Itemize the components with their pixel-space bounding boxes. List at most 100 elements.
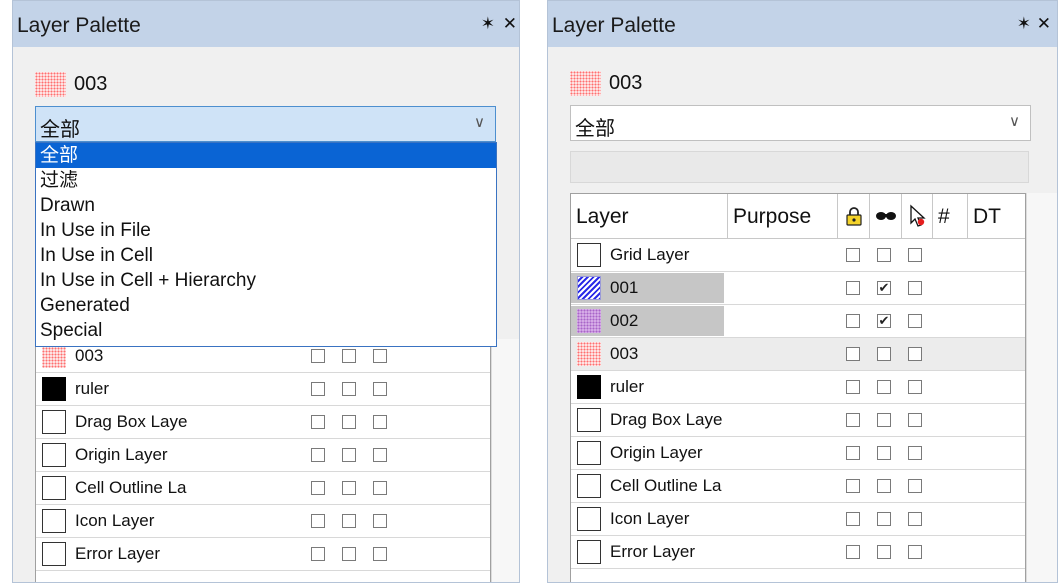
pin-icon[interactable]: ✶	[1017, 14, 1031, 34]
layer-row[interactable]: Cell Outline La	[571, 470, 1025, 503]
visible-checkbox[interactable]	[342, 514, 356, 528]
visible-checkbox[interactable]	[877, 545, 891, 559]
visible-checkbox[interactable]	[342, 481, 356, 495]
close-icon[interactable]: ✕	[503, 14, 517, 34]
visible-checkbox[interactable]	[877, 347, 891, 361]
lock-icon	[846, 207, 862, 226]
lock-checkbox[interactable]	[311, 448, 325, 462]
dropdown-option[interactable]: In Use in File	[36, 218, 496, 243]
close-icon[interactable]: ✕	[1037, 14, 1051, 34]
layer-row[interactable]: ruler	[571, 371, 1025, 404]
filter-combo[interactable]: 全部 ∨	[570, 105, 1031, 141]
pin-icon[interactable]: ✶	[481, 14, 495, 34]
lock-checkbox[interactable]	[311, 547, 325, 561]
lock-checkbox[interactable]	[846, 512, 860, 526]
layer-row[interactable]: Origin Layer	[571, 437, 1025, 470]
scrollbar[interactable]	[1026, 193, 1057, 582]
selectable-checkbox[interactable]	[908, 380, 922, 394]
visible-checkbox[interactable]	[342, 415, 356, 429]
lock-checkbox[interactable]	[846, 380, 860, 394]
dropdown-option[interactable]: Generated	[36, 293, 496, 318]
lock-checkbox[interactable]	[846, 281, 860, 295]
layer-row[interactable]: Cell Outline La	[36, 472, 490, 505]
filter-text-bar[interactable]	[570, 151, 1029, 183]
dropdown-option[interactable]: In Use in Cell + Hierarchy	[36, 268, 496, 293]
selectable-checkbox[interactable]	[373, 349, 387, 363]
layer-row[interactable]: Drag Box Laye	[571, 404, 1025, 437]
lock-checkbox[interactable]	[846, 248, 860, 262]
lock-checkbox[interactable]	[846, 347, 860, 361]
lock-checkbox[interactable]	[311, 349, 325, 363]
visible-checkbox[interactable]	[342, 382, 356, 396]
visible-checkbox[interactable]	[877, 446, 891, 460]
layer-swatch	[42, 410, 66, 434]
layer-row[interactable]: Error Layer	[36, 538, 490, 571]
layer-row[interactable]: Icon Layer	[36, 505, 490, 538]
layer-row[interactable]: 003	[571, 338, 1025, 371]
chevron-down-icon[interactable]: ∨	[474, 113, 485, 131]
layer-row[interactable]: Grid Layer	[571, 239, 1025, 272]
lock-checkbox[interactable]	[846, 545, 860, 559]
layer-row[interactable]: Drag Box Laye	[36, 406, 490, 439]
column-header-visible[interactable]	[870, 194, 902, 239]
visible-checkbox[interactable]	[877, 248, 891, 262]
layer-name: Error Layer	[75, 544, 161, 563]
selectable-checkbox[interactable]	[373, 382, 387, 396]
lock-checkbox[interactable]	[311, 415, 325, 429]
layer-row[interactable]: Origin Layer	[36, 439, 490, 472]
layer-name: 003	[75, 346, 104, 365]
column-header-selectable[interactable]	[902, 194, 933, 239]
layer-row[interactable]: 001 ✔	[571, 272, 1025, 305]
column-header-dt[interactable]: DT	[968, 194, 1027, 239]
scrollbar[interactable]	[491, 339, 519, 582]
layer-row[interactable]: 002 ✔	[571, 305, 1025, 338]
current-layer-swatch	[570, 71, 601, 96]
visible-checkbox[interactable]: ✔	[877, 314, 891, 328]
lock-checkbox[interactable]	[846, 479, 860, 493]
selectable-checkbox[interactable]	[908, 347, 922, 361]
selectable-checkbox[interactable]	[908, 446, 922, 460]
visible-checkbox[interactable]	[877, 413, 891, 427]
visible-checkbox[interactable]	[877, 380, 891, 394]
selectable-checkbox[interactable]	[908, 248, 922, 262]
selectable-checkbox[interactable]	[373, 481, 387, 495]
visible-checkbox[interactable]	[342, 547, 356, 561]
column-header-purpose[interactable]: Purpose	[728, 194, 838, 239]
dropdown-option[interactable]: 全部	[36, 143, 496, 168]
dropdown-option[interactable]: Drawn	[36, 193, 496, 218]
filter-combo[interactable]: 全部 ∨	[35, 106, 496, 142]
dropdown-option[interactable]: Special	[36, 318, 496, 343]
lock-checkbox[interactable]	[846, 446, 860, 460]
lock-checkbox[interactable]	[311, 481, 325, 495]
dropdown-option[interactable]: 过滤	[36, 168, 496, 193]
selectable-checkbox[interactable]	[373, 448, 387, 462]
visible-checkbox[interactable]: ✔	[877, 281, 891, 295]
layer-row[interactable]: ruler	[36, 373, 490, 406]
lock-checkbox[interactable]	[846, 413, 860, 427]
lock-checkbox[interactable]	[311, 382, 325, 396]
chevron-down-icon[interactable]: ∨	[1009, 112, 1020, 130]
selectable-checkbox[interactable]	[908, 314, 922, 328]
selectable-checkbox[interactable]	[908, 479, 922, 493]
visible-checkbox[interactable]	[877, 512, 891, 526]
panel-title: Layer Palette	[17, 14, 141, 37]
column-header-lock[interactable]	[838, 194, 870, 239]
lock-checkbox[interactable]	[311, 514, 325, 528]
visible-checkbox[interactable]	[342, 349, 356, 363]
layer-swatch	[577, 375, 601, 399]
selectable-checkbox[interactable]	[373, 547, 387, 561]
visible-checkbox[interactable]	[342, 448, 356, 462]
selectable-checkbox[interactable]	[908, 281, 922, 295]
selectable-checkbox[interactable]	[908, 545, 922, 559]
dropdown-option[interactable]: In Use in Cell	[36, 243, 496, 268]
selectable-checkbox[interactable]	[373, 514, 387, 528]
column-header-layer[interactable]: Layer	[571, 194, 728, 239]
layer-row[interactable]: Icon Layer	[571, 503, 1025, 536]
layer-row[interactable]: Error Layer	[571, 536, 1025, 569]
column-header-number[interactable]: #	[933, 194, 968, 239]
selectable-checkbox[interactable]	[908, 413, 922, 427]
visible-checkbox[interactable]	[877, 479, 891, 493]
lock-checkbox[interactable]	[846, 314, 860, 328]
selectable-checkbox[interactable]	[373, 415, 387, 429]
selectable-checkbox[interactable]	[908, 512, 922, 526]
